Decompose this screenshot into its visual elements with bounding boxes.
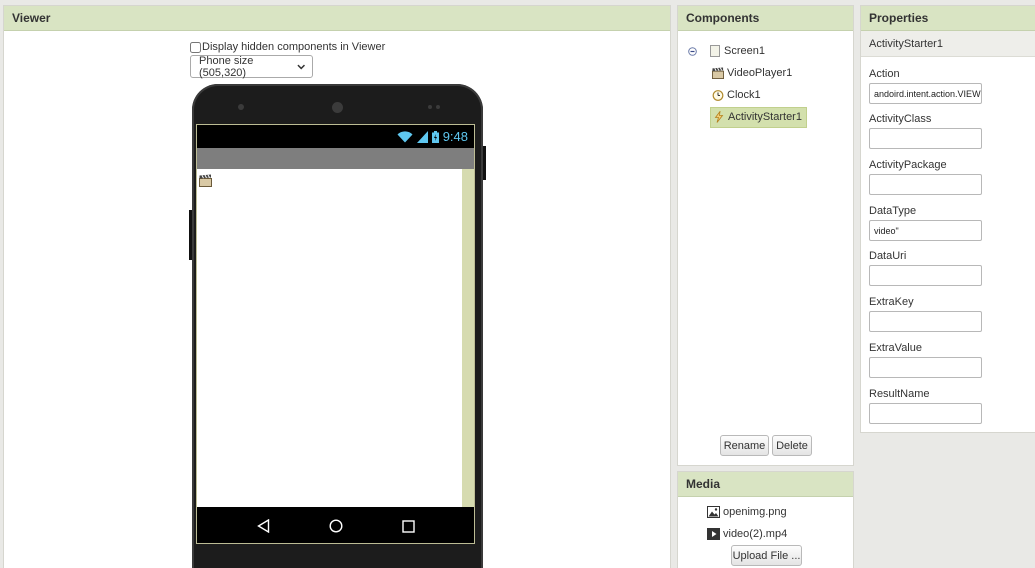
- property-label: ExtraValue: [869, 342, 922, 354]
- viewer-header: Viewer: [4, 6, 670, 31]
- tree-label-screen1: Screen1: [724, 45, 765, 57]
- phone-size-select[interactable]: Phone size (505,320): [190, 54, 313, 79]
- video-file-icon: [707, 528, 720, 540]
- properties-component-name: ActivityStarter1: [861, 31, 1035, 57]
- phone-volume-button: [189, 210, 192, 260]
- property-extravalue: ExtraValue: [869, 342, 982, 378]
- activityclass-input[interactable]: [869, 128, 982, 149]
- phone-power-button: [483, 146, 486, 180]
- property-label: Action: [869, 68, 900, 80]
- viewer-panel: Viewer Display hidden components in View…: [3, 5, 671, 568]
- screen-scroll-strip: [462, 169, 474, 507]
- components-header: Components: [678, 6, 853, 31]
- back-icon[interactable]: [256, 519, 270, 533]
- phone-sensor: [238, 104, 244, 110]
- image-file-icon: [707, 506, 720, 518]
- activitypackage-input[interactable]: [869, 174, 982, 195]
- clock-icon: [712, 89, 724, 101]
- tree-row-videoplayer1[interactable]: VideoPlayer1: [688, 62, 807, 84]
- property-datauri: DataUri: [869, 250, 982, 286]
- upload-file-button[interactable]: Upload File ...: [731, 545, 802, 566]
- tree-label-activitystarter1: ActivityStarter1: [728, 111, 802, 123]
- property-datatype: DataType video": [869, 205, 982, 241]
- datauri-input[interactable]: [869, 265, 982, 286]
- status-time: 9:48: [442, 129, 468, 144]
- property-extrakey: ExtraKey: [869, 296, 982, 332]
- battery-icon: [431, 130, 439, 143]
- property-activityclass: ActivityClass: [869, 113, 982, 149]
- property-resultname: ResultName: [869, 388, 982, 424]
- videoplayer-icon: [712, 67, 724, 79]
- rename-button[interactable]: Rename: [720, 435, 769, 456]
- property-activitypackage: ActivityPackage: [869, 159, 982, 195]
- delete-button[interactable]: Delete: [772, 435, 812, 456]
- property-label: ActivityPackage: [869, 159, 947, 171]
- nav-bar: [197, 507, 474, 543]
- home-icon[interactable]: [328, 519, 343, 533]
- property-label: ExtraKey: [869, 296, 914, 308]
- extrakey-input[interactable]: [869, 311, 982, 332]
- properties-header: Properties: [861, 6, 1035, 31]
- tree-row-clock1[interactable]: Clock1: [688, 84, 807, 106]
- wifi-icon: [397, 130, 413, 142]
- media-file-name: video(2).mp4: [723, 528, 788, 540]
- property-label: DataUri: [869, 250, 907, 262]
- component-tree: Screen1 VideoPlayer1 Clock1 ActivityStar…: [688, 40, 807, 128]
- media-item[interactable]: video(2).mp4: [707, 528, 787, 540]
- media-file-name: openimg.png: [723, 506, 787, 518]
- signal-icon: [416, 130, 428, 143]
- datatype-input[interactable]: video": [869, 220, 982, 241]
- app-title-bar: [197, 148, 474, 169]
- property-label: ResultName: [869, 388, 930, 400]
- extravalue-input[interactable]: [869, 357, 982, 378]
- tree-row-activitystarter1[interactable]: ActivityStarter1: [688, 106, 807, 128]
- tree-label-clock1: Clock1: [727, 89, 761, 101]
- phone-mockup: 9:48: [189, 84, 486, 568]
- collapse-icon[interactable]: [688, 46, 697, 56]
- phone-light-sensor: [428, 105, 432, 109]
- screen-icon: [709, 45, 721, 57]
- chevron-down-icon: [296, 64, 305, 69]
- tree-label-videoplayer1: VideoPlayer1: [727, 67, 793, 79]
- media-panel: Media openimg.png video(2).mp4 Upload Fi…: [677, 471, 854, 568]
- phone-size-value: Phone size (505,320): [199, 54, 254, 79]
- property-action: Action andoird.intent.action.VIEW: [869, 68, 982, 104]
- action-input[interactable]: andoird.intent.action.VIEW: [869, 83, 982, 104]
- media-item[interactable]: openimg.png: [707, 506, 787, 518]
- status-bar: 9:48: [197, 125, 474, 148]
- components-panel: Components Screen1 VideoPlayer1 Clock1 A…: [677, 5, 854, 466]
- media-header: Media: [678, 472, 853, 497]
- phone-proximity-sensor: [436, 105, 440, 109]
- selected-component[interactable]: ActivityStarter1: [710, 106, 807, 128]
- recents-icon[interactable]: [401, 519, 415, 533]
- properties-panel: Properties ActivityStarter1 Action andoi…: [860, 5, 1035, 433]
- property-label: ActivityClass: [869, 113, 932, 125]
- tree-row-screen1[interactable]: Screen1: [688, 40, 807, 62]
- display-hidden-row[interactable]: Display hidden components in Viewer: [190, 41, 385, 53]
- resultname-input[interactable]: [869, 403, 982, 424]
- phone-screen: 9:48: [196, 124, 475, 544]
- display-hidden-checkbox[interactable]: [190, 41, 201, 53]
- videoplayer-component-icon[interactable]: [199, 174, 212, 187]
- display-hidden-label: Display hidden components in Viewer: [202, 41, 386, 53]
- activitystarter-icon: [713, 111, 725, 123]
- property-label: DataType: [869, 205, 917, 217]
- phone-camera: [332, 102, 343, 113]
- screen-content: [197, 169, 474, 507]
